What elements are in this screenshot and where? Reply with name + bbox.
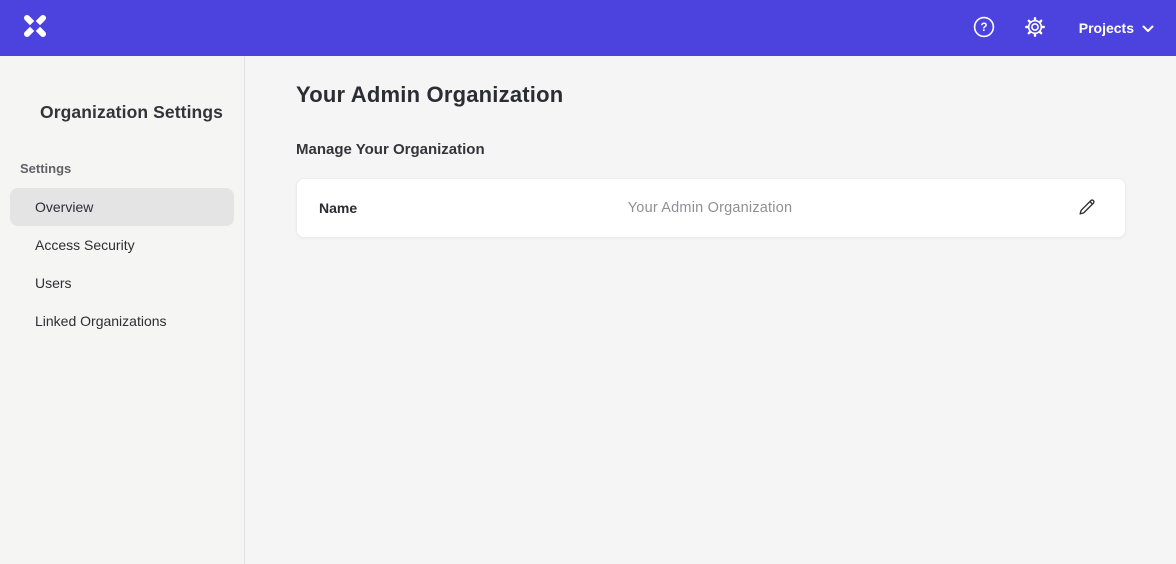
main-content: Your Admin Organization Manage Your Orga… bbox=[245, 56, 1176, 564]
projects-dropdown[interactable]: Projects bbox=[1079, 20, 1154, 36]
sidebar-item-linked-organizations[interactable]: Linked Organizations bbox=[10, 302, 234, 340]
svg-text:?: ? bbox=[980, 22, 987, 34]
sidebar-nav: Overview Access Security Users Linked Or… bbox=[0, 188, 244, 340]
sidebar-item-overview[interactable]: Overview bbox=[10, 188, 234, 226]
edit-name-button[interactable] bbox=[1073, 194, 1101, 222]
sidebar-item-label: Access Security bbox=[35, 237, 135, 253]
section-title: Manage Your Organization bbox=[296, 141, 1126, 158]
sidebar-title: Organization Settings bbox=[0, 102, 244, 123]
sidebar-item-access-security[interactable]: Access Security bbox=[10, 226, 234, 264]
app-window: ? bbox=[0, 0, 1176, 564]
top-navbar: ? bbox=[0, 0, 1176, 56]
help-circle-icon: ? bbox=[972, 15, 996, 42]
mixpanel-x-logo-icon bbox=[21, 12, 49, 45]
chevron-down-icon bbox=[1142, 20, 1154, 36]
help-button[interactable]: ? bbox=[971, 15, 997, 41]
organization-name-card: Name Your Admin Organization bbox=[296, 178, 1126, 238]
sidebar-item-label: Linked Organizations bbox=[35, 313, 167, 329]
pencil-edit-icon bbox=[1076, 196, 1098, 221]
name-field-label: Name bbox=[319, 200, 628, 216]
sidebar-item-users[interactable]: Users bbox=[10, 264, 234, 302]
sidebar-item-label: Overview bbox=[35, 199, 93, 215]
projects-dropdown-label: Projects bbox=[1079, 20, 1134, 36]
settings-button[interactable] bbox=[1022, 15, 1048, 41]
gear-icon bbox=[1023, 15, 1047, 42]
sidebar-item-label: Users bbox=[35, 275, 72, 291]
settings-sidebar: Organization Settings Settings Overview … bbox=[0, 56, 245, 564]
page-body: Organization Settings Settings Overview … bbox=[0, 56, 1176, 564]
topbar-actions: ? bbox=[971, 15, 1154, 41]
mixpanel-logo[interactable] bbox=[18, 11, 52, 45]
sidebar-section-label: Settings bbox=[20, 161, 244, 176]
name-field-value: Your Admin Organization bbox=[628, 200, 792, 216]
page-title: Your Admin Organization bbox=[296, 82, 1126, 108]
